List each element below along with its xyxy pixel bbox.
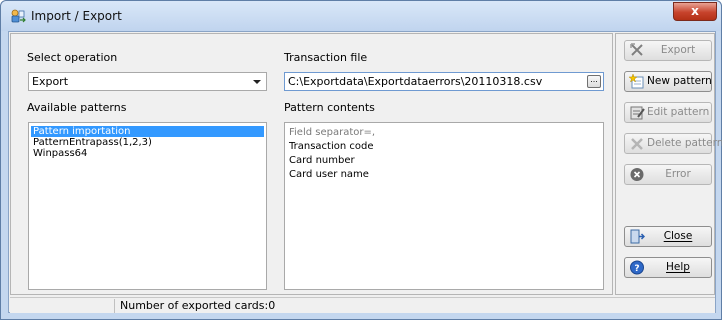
delete-pattern-button-label: Delete pattern: [647, 137, 722, 149]
action-panel: Export New pattern Edit pattern Delete p…: [615, 33, 722, 295]
window-close-button[interactable]: x: [673, 2, 717, 21]
error-button-label: Error: [665, 168, 691, 180]
pattern-content-item[interactable]: Field separator=,: [285, 126, 603, 140]
edit-pattern-button[interactable]: Edit pattern: [624, 102, 712, 123]
transaction-file-value: C:\Exportdata\Exportdataerrors\20110318.…: [288, 75, 543, 88]
help-button-label: Help: [666, 261, 690, 273]
main-panel: Select operation Export Transaction file…: [10, 33, 613, 295]
delete-pattern-button[interactable]: Delete pattern: [624, 133, 722, 154]
export-button[interactable]: Export: [624, 40, 712, 61]
new-pattern-button-label: New pattern: [647, 75, 712, 87]
import-export-window: Import / Export x Select operation Expor…: [0, 0, 722, 320]
help-icon: ?: [630, 260, 644, 275]
edit-pattern-icon: [630, 106, 645, 120]
app-icon: [11, 9, 26, 23]
status-divider: [114, 299, 115, 313]
pattern-list-item[interactable]: Pattern importation: [31, 126, 264, 137]
new-pattern-button[interactable]: New pattern: [624, 71, 712, 92]
pattern-list-item[interactable]: Winpass64: [31, 148, 264, 159]
help-button[interactable]: ? Help: [624, 257, 712, 278]
browse-button[interactable]: ...: [587, 75, 601, 88]
error-icon: [630, 168, 644, 181]
error-button[interactable]: Error: [624, 164, 712, 185]
pattern-contents-label: Pattern contents: [284, 101, 375, 114]
select-operation-label: Select operation: [27, 51, 118, 64]
door-exit-icon: [630, 229, 645, 244]
pattern-content-item[interactable]: Card number: [285, 154, 603, 168]
svg-text:?: ?: [634, 264, 639, 274]
title-bar[interactable]: Import / Export x: [1, 1, 721, 31]
new-pattern-icon: [629, 74, 644, 89]
operation-select[interactable]: Export: [28, 72, 267, 91]
available-patterns-label: Available patterns: [27, 101, 127, 114]
status-bar: Number of exported cards:0: [10, 297, 715, 313]
chevron-down-icon[interactable]: [253, 80, 261, 84]
close-button-label: Close: [663, 230, 693, 242]
transaction-file-label: Transaction file: [284, 51, 368, 64]
window-title: Import / Export: [31, 9, 122, 23]
pattern-content-item[interactable]: Transaction code: [285, 140, 603, 154]
delete-pattern-icon: [631, 138, 643, 150]
pattern-contents-list[interactable]: Field separator=, Transaction code Card nu…: [284, 122, 604, 290]
export-button-label: Export: [660, 44, 696, 56]
available-patterns-list[interactable]: Pattern importation PatternEntrapass(1,2,…: [28, 122, 267, 290]
transaction-file-input[interactable]: C:\Exportdata\Exportdataerrors\20110318.…: [284, 72, 604, 91]
edit-pattern-button-label: Edit pattern: [647, 106, 710, 118]
exported-cards-count: Number of exported cards:0: [120, 299, 276, 312]
operation-select-value: Export: [32, 75, 69, 88]
pattern-list-item[interactable]: PatternEntrapass(1,2,3): [31, 137, 264, 148]
pattern-content-item[interactable]: Card user name: [285, 168, 603, 182]
close-button[interactable]: Close: [624, 226, 712, 247]
dialog-client-area: Select operation Export Transaction file…: [8, 31, 722, 313]
export-icon: [630, 43, 643, 56]
